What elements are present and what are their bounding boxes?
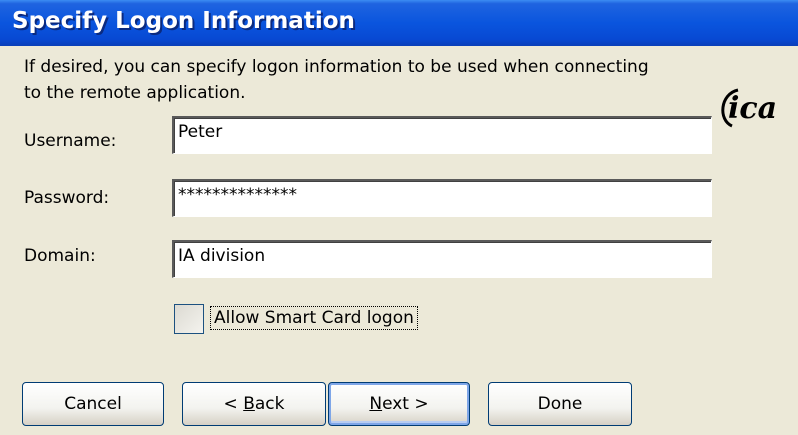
smart-card-label[interactable]: Allow Smart Card logon (210, 306, 418, 330)
username-field[interactable]: Peter (172, 116, 712, 154)
description-text: If desired, you can specify logon inform… (24, 57, 649, 103)
username-label: Username: (24, 131, 117, 151)
title-bar: Specify Logon Information (0, 0, 798, 46)
dialog-title: Specify Logon Information (12, 8, 355, 34)
cancel-button[interactable]: Cancel (22, 382, 164, 426)
next-button[interactable]: Next > (328, 382, 470, 426)
domain-label: Domain: (24, 246, 96, 266)
done-button-label: Done (537, 394, 583, 414)
back-button-mnemonic: B (243, 394, 255, 414)
password-label: Password: (24, 188, 110, 208)
next-button-mnemonic: N (369, 394, 383, 414)
cancel-button-label: Cancel (64, 394, 122, 414)
back-button-rest: ack (254, 394, 285, 414)
done-button[interactable]: Done (488, 382, 632, 426)
smart-card-checkbox[interactable] (174, 304, 204, 334)
password-field[interactable]: ************** (172, 179, 712, 217)
domain-field[interactable]: IA division (172, 240, 712, 278)
back-button[interactable]: < Back (182, 382, 326, 426)
logo-text: ica (728, 91, 777, 126)
back-button-prefix: < (223, 394, 244, 414)
next-button-rest: ext > (382, 394, 429, 414)
ica-logo: ica (721, 88, 777, 128)
